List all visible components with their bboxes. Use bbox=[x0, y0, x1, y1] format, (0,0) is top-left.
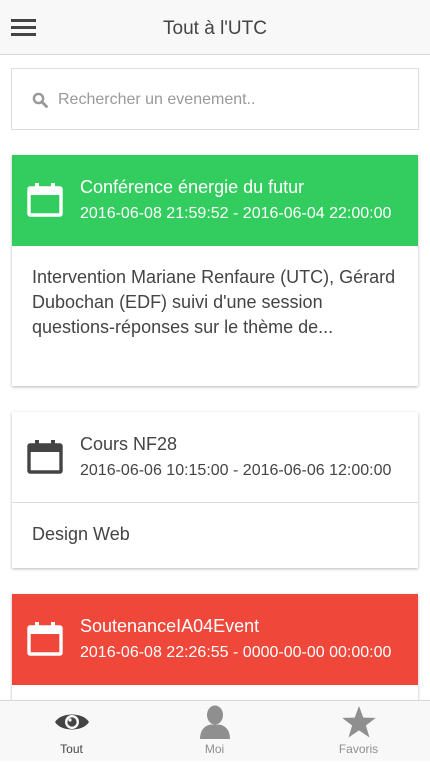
person-icon bbox=[199, 705, 230, 739]
app-header: Tout à l'UTC bbox=[0, 0, 430, 55]
event-card-header[interactable]: SoutenanceIA04Event 2016-06-08 22:26:55 … bbox=[12, 594, 418, 685]
event-dates: 2016-06-06 10:15:00 - 2016-06-06 12:00:0… bbox=[80, 462, 392, 479]
event-card[interactable]: SoutenanceIA04Event 2016-06-08 22:26:55 … bbox=[12, 594, 418, 714]
calendar-icon bbox=[27, 622, 63, 656]
search-box[interactable] bbox=[11, 68, 419, 130]
tab-label: Favoris bbox=[338, 742, 379, 756]
event-dates: 2016-06-08 22:26:55 - 0000-00-00 00:00:0… bbox=[80, 644, 392, 661]
event-description: Design Web bbox=[32, 524, 130, 544]
event-card[interactable]: Cours NF28 2016-06-06 10:15:00 - 2016-06… bbox=[12, 412, 418, 568]
search-input[interactable] bbox=[56, 85, 396, 115]
calendar-icon bbox=[27, 440, 63, 474]
event-dates: 2016-06-08 21:59:52 - 2016-06-04 22:00:0… bbox=[80, 205, 392, 222]
event-card[interactable]: Conférence énergie du futur 2016-06-08 2… bbox=[12, 155, 418, 386]
event-title: Conférence énergie du futur bbox=[80, 177, 305, 197]
tab-bar: Tout Moi Favoris bbox=[0, 700, 430, 761]
eye-icon bbox=[54, 714, 89, 730]
tab-tout[interactable]: Tout bbox=[0, 701, 143, 762]
event-title: Cours NF28 bbox=[80, 434, 178, 454]
tab-label: Moi bbox=[204, 742, 225, 756]
tab-label: Tout bbox=[60, 742, 83, 756]
event-card-header[interactable]: Cours NF28 2016-06-06 10:15:00 - 2016-06… bbox=[12, 412, 418, 503]
tab-moi[interactable]: Moi bbox=[143, 701, 286, 762]
calendar-icon bbox=[27, 183, 63, 217]
star-icon bbox=[341, 706, 376, 738]
event-title: SoutenanceIA04Event bbox=[80, 616, 260, 636]
tab-favoris[interactable]: Favoris bbox=[287, 701, 430, 762]
page-title: Tout à l'UTC bbox=[163, 18, 267, 39]
search-icon bbox=[32, 92, 48, 108]
event-card-header[interactable]: Conférence énergie du futur 2016-06-08 2… bbox=[12, 155, 418, 246]
event-description: Intervention Mariane Renfaure (UTC), Gér… bbox=[32, 267, 396, 337]
